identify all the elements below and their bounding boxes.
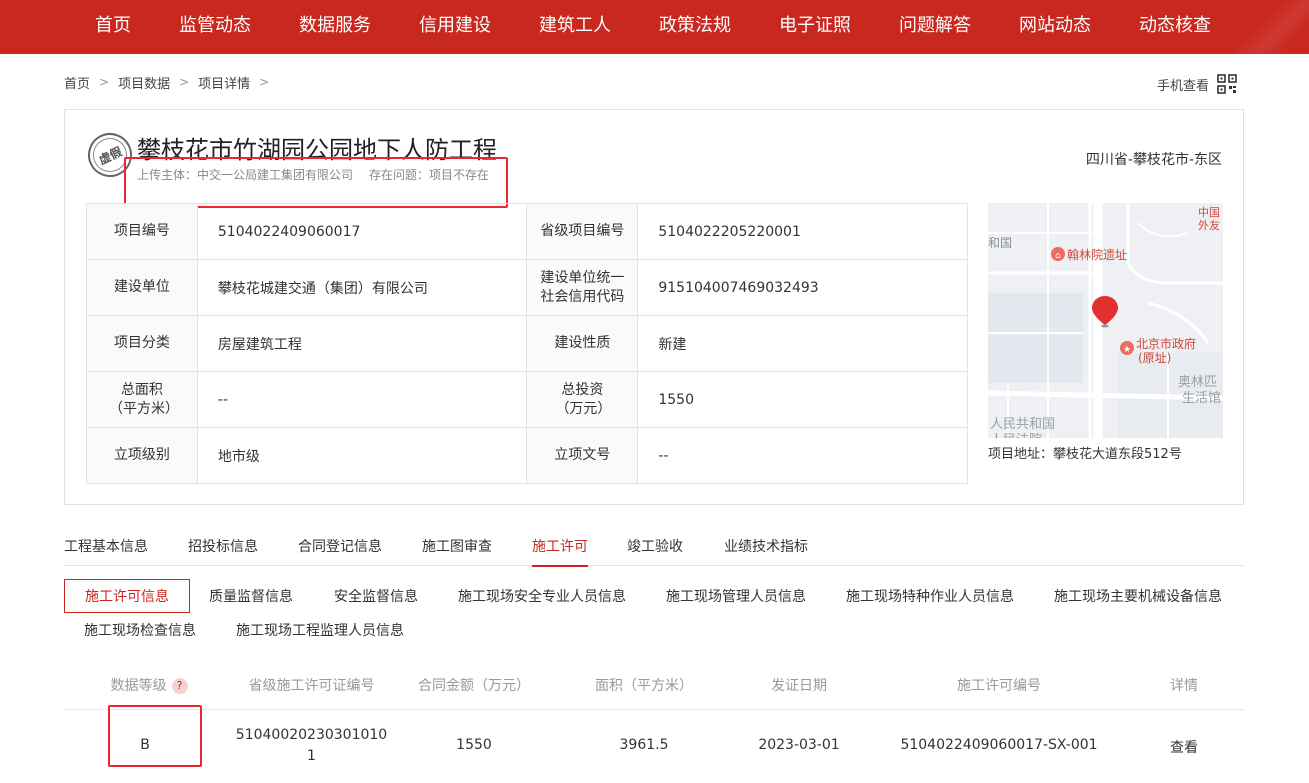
tab-completion[interactable]: 竣工验收 xyxy=(627,536,683,566)
column-header: 详情 xyxy=(1170,678,1198,694)
region-text: 四川省-攀枝花市-东区 xyxy=(1085,152,1222,168)
map-label-bottom2: 人民法院 xyxy=(990,429,1042,438)
column-header: 发证日期 xyxy=(771,678,827,694)
info-label: 建设性质 xyxy=(526,315,639,372)
svg-text:★: ★ xyxy=(1123,345,1131,355)
info-value: 5104022205220001 xyxy=(637,203,968,260)
info-value: 1550 xyxy=(637,371,968,428)
highlight-box-grade xyxy=(108,705,202,767)
tab-drawing-review[interactable]: 施工图审查 xyxy=(422,536,492,566)
breadcrumb-project-detail[interactable]: 项目详情 xyxy=(198,73,250,92)
info-label: 立项级别 xyxy=(86,427,198,484)
nav-item-workers[interactable]: 建筑工人 xyxy=(520,0,630,54)
info-label: 总投资（万元） xyxy=(526,371,639,428)
map-label-left: 和国 xyxy=(988,236,1013,250)
tab-performance[interactable]: 业绩技术指标 xyxy=(724,536,808,566)
permit-table-header: 数据等级? 省级施工许可证编号 合同金额（万元） 面积（平方米） 发证日期 施工… xyxy=(64,670,1244,710)
subtab-supervisors[interactable]: 施工现场工程监理人员信息 xyxy=(236,614,404,648)
info-value: 915104007469032493 xyxy=(637,259,968,316)
nav-item-site-news[interactable]: 网站动态 xyxy=(1000,0,1110,54)
mobile-view-button[interactable]: 手机查看 xyxy=(1157,74,1237,94)
info-value: 地市级 xyxy=(196,427,528,484)
nav-item-verification[interactable]: 动态核查 xyxy=(1120,0,1230,54)
column-header: 数据等级? xyxy=(84,670,214,702)
chevron-right-icon: > xyxy=(99,75,110,89)
info-label: 项目编号 xyxy=(86,203,198,260)
info-row: 项目分类 房屋建筑工程 建设性质 新建 xyxy=(86,315,968,372)
tab-contract[interactable]: 合同登记信息 xyxy=(298,536,382,566)
subtab-management-staff[interactable]: 施工现场管理人员信息 xyxy=(666,580,806,614)
mobile-view-label: 手机查看 xyxy=(1157,78,1210,94)
info-value: -- xyxy=(637,427,968,484)
subtab-safety-staff[interactable]: 施工现场安全专业人员信息 xyxy=(458,580,626,614)
info-label: 立项文号 xyxy=(526,427,639,484)
nav-item-home[interactable]: 首页 xyxy=(58,0,168,54)
subtab-quality[interactable]: 质量监督信息 xyxy=(209,580,293,614)
info-label: 建设单位 xyxy=(86,259,198,316)
view-detail-link[interactable]: 查看 xyxy=(1154,737,1214,757)
project-info-table: 项目编号 5104022409060017 省级项目编号 51040222052… xyxy=(86,203,968,484)
nav-item-policy[interactable]: 政策法规 xyxy=(640,0,750,54)
nav-item-supervision[interactable]: 监管动态 xyxy=(160,0,270,54)
info-row: 建设单位 攀枝花城建交通（集团）有限公司 建设单位统一社会信用代码 915104… xyxy=(86,259,968,316)
nav-item-e-license[interactable]: 电子证照 xyxy=(760,0,870,54)
nav-decoration xyxy=(1229,0,1309,54)
column-header: 施工许可编号 xyxy=(957,678,1041,694)
highlight-box-meta xyxy=(124,157,508,208)
permit-number-line1: 51040020230301010 xyxy=(235,727,388,743)
tab-construction-permit[interactable]: 施工许可 xyxy=(532,536,588,567)
info-row: 项目编号 5104022409060017 省级项目编号 51040222052… xyxy=(86,203,968,260)
info-label: 项目分类 xyxy=(86,315,198,372)
info-value: 攀枝花城建交通（集团）有限公司 xyxy=(196,259,528,316)
issue-date: 2023-03-01 xyxy=(758,737,840,753)
map-label-right2: 生活馆 xyxy=(1182,391,1222,406)
map-label-corner2: 外友 xyxy=(1198,219,1220,232)
area-value: 3961.5 xyxy=(619,737,669,753)
info-row: 总面积（平方米） -- 总投资（万元） 1550 xyxy=(86,371,968,428)
info-value: 新建 xyxy=(637,315,968,372)
nav-item-data-service[interactable]: 数据服务 xyxy=(280,0,390,54)
subtab-permit-info[interactable]: 施工许可信息 xyxy=(64,579,190,613)
column-header-label: 数据等级 xyxy=(110,678,167,694)
breadcrumb-home[interactable]: 首页 xyxy=(64,73,90,92)
info-value: -- xyxy=(196,371,528,428)
map-label-poi2-sub: (原址) xyxy=(1138,351,1172,365)
qr-code-icon xyxy=(1217,74,1237,94)
column-header: 省级施工许可证编号 xyxy=(248,678,375,694)
info-label: 省级项目编号 xyxy=(526,203,639,260)
top-nav: 首页 监管动态 数据服务 信用建设 建筑工人 政策法规 电子证照 问题解答 网站… xyxy=(0,0,1309,54)
help-icon[interactable]: ? xyxy=(171,678,188,694)
chevron-right-icon: > xyxy=(259,75,270,89)
info-value: 5104022409060017 xyxy=(196,203,528,260)
permit-number-line2: 1 xyxy=(307,748,316,764)
chevron-right-icon: > xyxy=(179,75,190,89)
tab-bidding[interactable]: 招投标信息 xyxy=(188,536,258,566)
info-value: 房屋建筑工程 xyxy=(196,315,528,372)
subtab-special-workers[interactable]: 施工现场特种作业人员信息 xyxy=(846,580,1014,614)
info-label: 建设单位统一社会信用代码 xyxy=(526,259,639,316)
info-label: 总面积（平方米） xyxy=(86,371,198,428)
nav-item-faq[interactable]: 问题解答 xyxy=(880,0,990,54)
provincial-permit-number: 51040020230301010 1 xyxy=(234,725,389,767)
column-header: 面积（平方米） xyxy=(595,678,693,694)
detail-tabs: 工程基本信息 招投标信息 合同登记信息 施工图审查 施工许可 竣工验收 业绩技术… xyxy=(64,536,1244,567)
info-row: 立项级别 地市级 立项文号 -- xyxy=(86,427,968,484)
map-label-poi1: 翰林院遗址 xyxy=(1067,248,1128,262)
column-header: 合同金额（万元） xyxy=(418,678,530,694)
subtab-site-inspection[interactable]: 施工现场检查信息 xyxy=(84,614,196,648)
location-map[interactable]: ⌂ ★ 翰林院遗址 北京市政府 (原址) 中国 外友 和国 奥林匹 生活馆 人民… xyxy=(988,203,1223,438)
subtab-machinery[interactable]: 施工现场主要机械设备信息 xyxy=(1054,580,1222,614)
subtab-safety[interactable]: 安全监督信息 xyxy=(334,580,418,614)
tab-basic-info[interactable]: 工程基本信息 xyxy=(64,536,148,566)
permit-number: 5104022409060017-SX-001 xyxy=(900,737,1098,753)
breadcrumb: 首页 > 项目数据 > 项目详情 > xyxy=(64,72,278,92)
svg-text:⌂: ⌂ xyxy=(1055,251,1061,261)
project-address: 项目地址：攀枝花大道东段512号 xyxy=(988,447,1182,462)
contract-amount: 1550 xyxy=(456,737,492,753)
table-row: B 51040020230301010 1 1550 3961.5 2023-0… xyxy=(64,710,1244,783)
nav-item-credit[interactable]: 信用建设 xyxy=(400,0,510,54)
breadcrumb-project-data[interactable]: 项目数据 xyxy=(118,73,170,92)
